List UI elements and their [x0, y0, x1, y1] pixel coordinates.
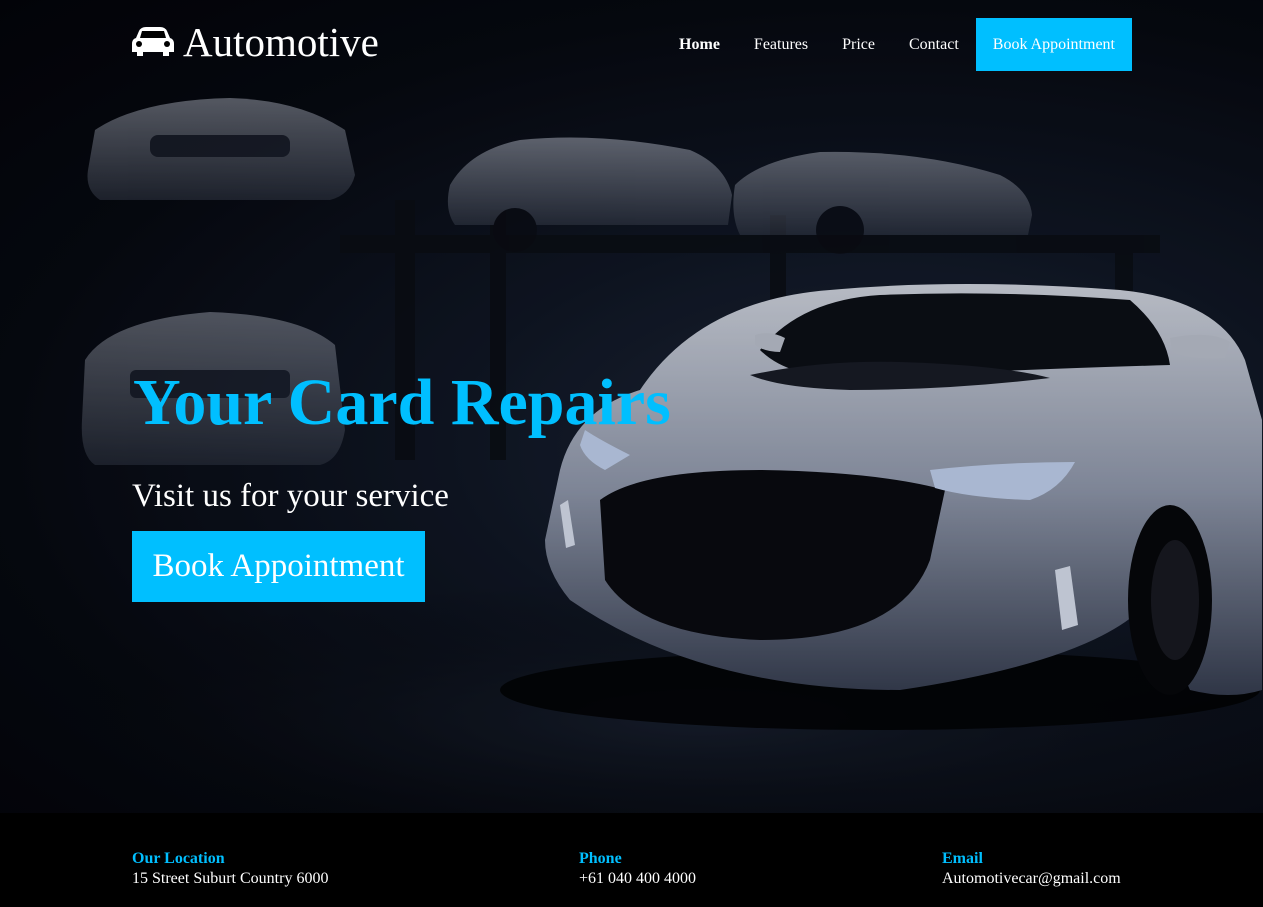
nav-item-home[interactable]: Home: [679, 36, 720, 54]
hero-subtitle: Visit us for your service: [132, 478, 449, 514]
nav-book-appointment-button[interactable]: Book Appointment: [975, 18, 1132, 71]
navbar: Automotive Home Features Price Contact B…: [0, 0, 1263, 90]
footer-email-title: Email: [942, 850, 983, 867]
footer: Our Location 15 Street Suburt Country 60…: [0, 813, 1263, 907]
footer-email: Email Automotivecar@gmail.com: [942, 849, 1121, 889]
hero-title: Your Card Repairs: [133, 366, 671, 439]
footer-phone-title: Phone: [579, 850, 622, 867]
footer-phone: Phone +61 040 400 4000: [579, 849, 696, 889]
footer-location-title: Our Location: [132, 850, 225, 867]
nav-item-features[interactable]: Features: [754, 36, 808, 54]
main-nav: Home Features Price Contact Book Appoint…: [679, 18, 1132, 71]
footer-phone-value[interactable]: +61 040 400 4000: [579, 869, 696, 889]
hero-book-appointment-button[interactable]: Book Appointment: [132, 531, 425, 602]
nav-item-contact[interactable]: Contact: [909, 36, 959, 54]
nav-item-price[interactable]: Price: [842, 36, 875, 54]
footer-location: Our Location 15 Street Suburt Country 60…: [132, 849, 328, 889]
hero-section: Automotive Home Features Price Contact B…: [0, 0, 1263, 813]
car-icon: [131, 25, 175, 59]
brand-name: Automotive: [183, 19, 379, 65]
footer-location-value: 15 Street Suburt Country 6000: [132, 870, 329, 887]
footer-email-value[interactable]: Automotivecar@gmail.com: [942, 869, 1121, 889]
brand-logo[interactable]: Automotive: [131, 18, 379, 66]
